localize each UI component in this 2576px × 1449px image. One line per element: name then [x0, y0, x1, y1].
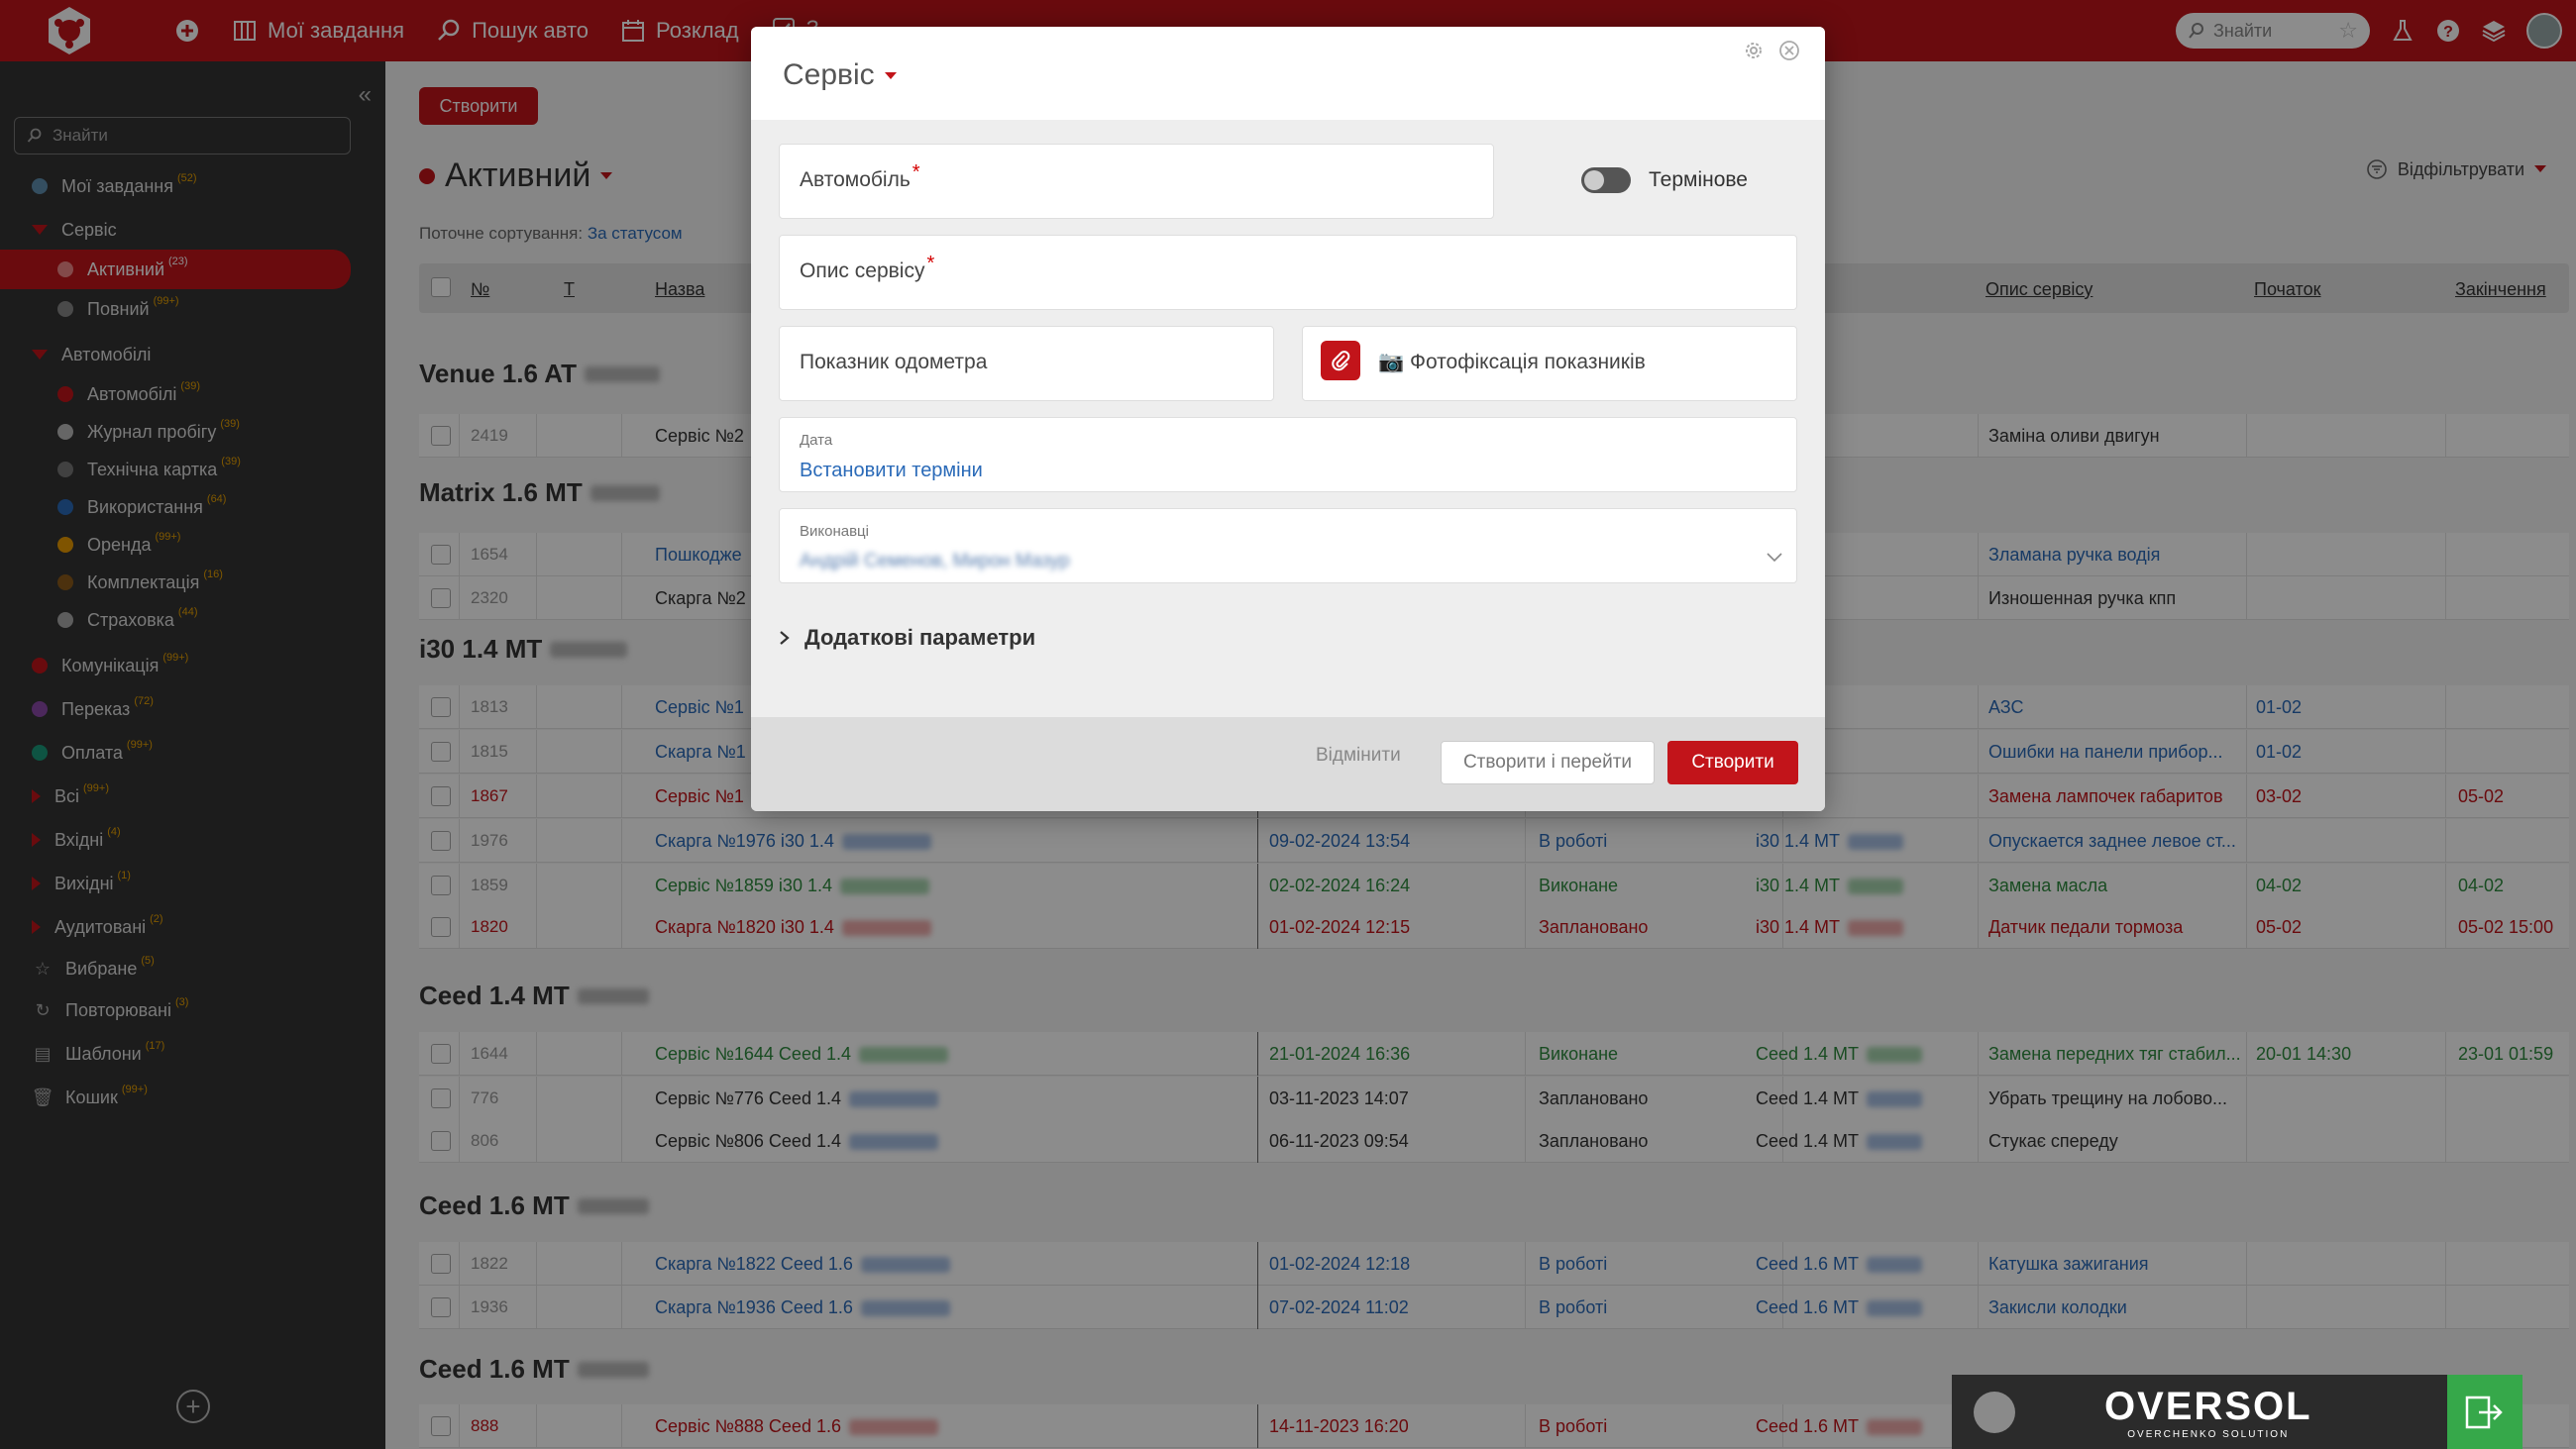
executors-value: Андрій Семенов, Мирон Мазур: [800, 551, 1070, 571]
modal-title[interactable]: Сервіс: [783, 58, 897, 92]
modal-header: Сервіс: [751, 27, 1825, 120]
cancel-button[interactable]: Відмінити: [1316, 745, 1401, 767]
required-mark: *: [926, 253, 935, 274]
service-description-label: Опис сервісу *: [800, 253, 934, 283]
car-label-text: Автомобіль: [800, 168, 911, 191]
desc-label-text: Опис сервісу: [800, 259, 925, 282]
executors-select[interactable]: Виконавці Андрій Семенов, Мирон Мазур: [779, 508, 1797, 583]
gear-icon[interactable]: [1742, 39, 1766, 62]
odometer-label: Показник одометра: [800, 351, 988, 373]
date-label: Дата: [800, 432, 833, 449]
modal-header-icons: [1742, 39, 1801, 62]
brand-avatar: [1974, 1391, 2015, 1433]
modal-footer: Відмінити Створити і перейти Створити: [751, 717, 1825, 811]
required-mark: *: [912, 161, 920, 183]
photo-capture-label: 📷 Фотофіксація показників: [1378, 351, 1646, 373]
car-field[interactable]: Автомобіль *: [779, 144, 1494, 219]
service-modal: Сервіс Автомобіль * Термінове Опис сервіс…: [751, 27, 1825, 811]
service-description-field[interactable]: Опис сервісу *: [779, 235, 1797, 310]
chevron-down-icon: [1767, 553, 1782, 563]
chevron-down-icon: [884, 71, 897, 79]
brand-subtitle: OVERCHENKO SOLUTION: [2127, 1428, 2290, 1440]
brand-name: OVERSOL OVERCHENKO SOLUTION: [2104, 1385, 2312, 1440]
chevron-right-icon: [780, 631, 790, 645]
photo-capture-field[interactable]: 📷 Фотофіксація показників: [1302, 326, 1797, 401]
modal-title-text: Сервіс: [783, 58, 875, 91]
car-field-label: Автомобіль *: [800, 161, 920, 192]
advanced-params-label: Додаткові параметри: [805, 625, 1036, 650]
paperclip-icon: [1332, 351, 1350, 371]
logout-icon: [2465, 1396, 2503, 1428]
brand-banner: OVERSOL OVERCHENKO SOLUTION: [1952, 1375, 2447, 1449]
logout-button[interactable]: [2447, 1375, 2522, 1449]
brand-title: OVERSOL: [2104, 1384, 2312, 1428]
create-and-open-button[interactable]: Створити і перейти: [1441, 741, 1655, 784]
urgent-label: Термінове: [1649, 168, 1748, 191]
advanced-params-toggle[interactable]: Додаткові параметри: [779, 625, 1035, 651]
date-field: Дата Встановити терміни: [779, 417, 1797, 492]
urgent-toggle-wrap: Термінове: [1581, 167, 1748, 193]
attach-button[interactable]: [1321, 341, 1360, 380]
set-dates-link[interactable]: Встановити терміни: [800, 460, 983, 482]
close-icon[interactable]: [1777, 39, 1801, 62]
odometer-field[interactable]: Показник одометра: [779, 326, 1274, 401]
create-submit-button[interactable]: Створити: [1667, 741, 1798, 784]
executors-label: Виконавці: [800, 523, 869, 540]
urgent-toggle[interactable]: [1581, 167, 1631, 193]
